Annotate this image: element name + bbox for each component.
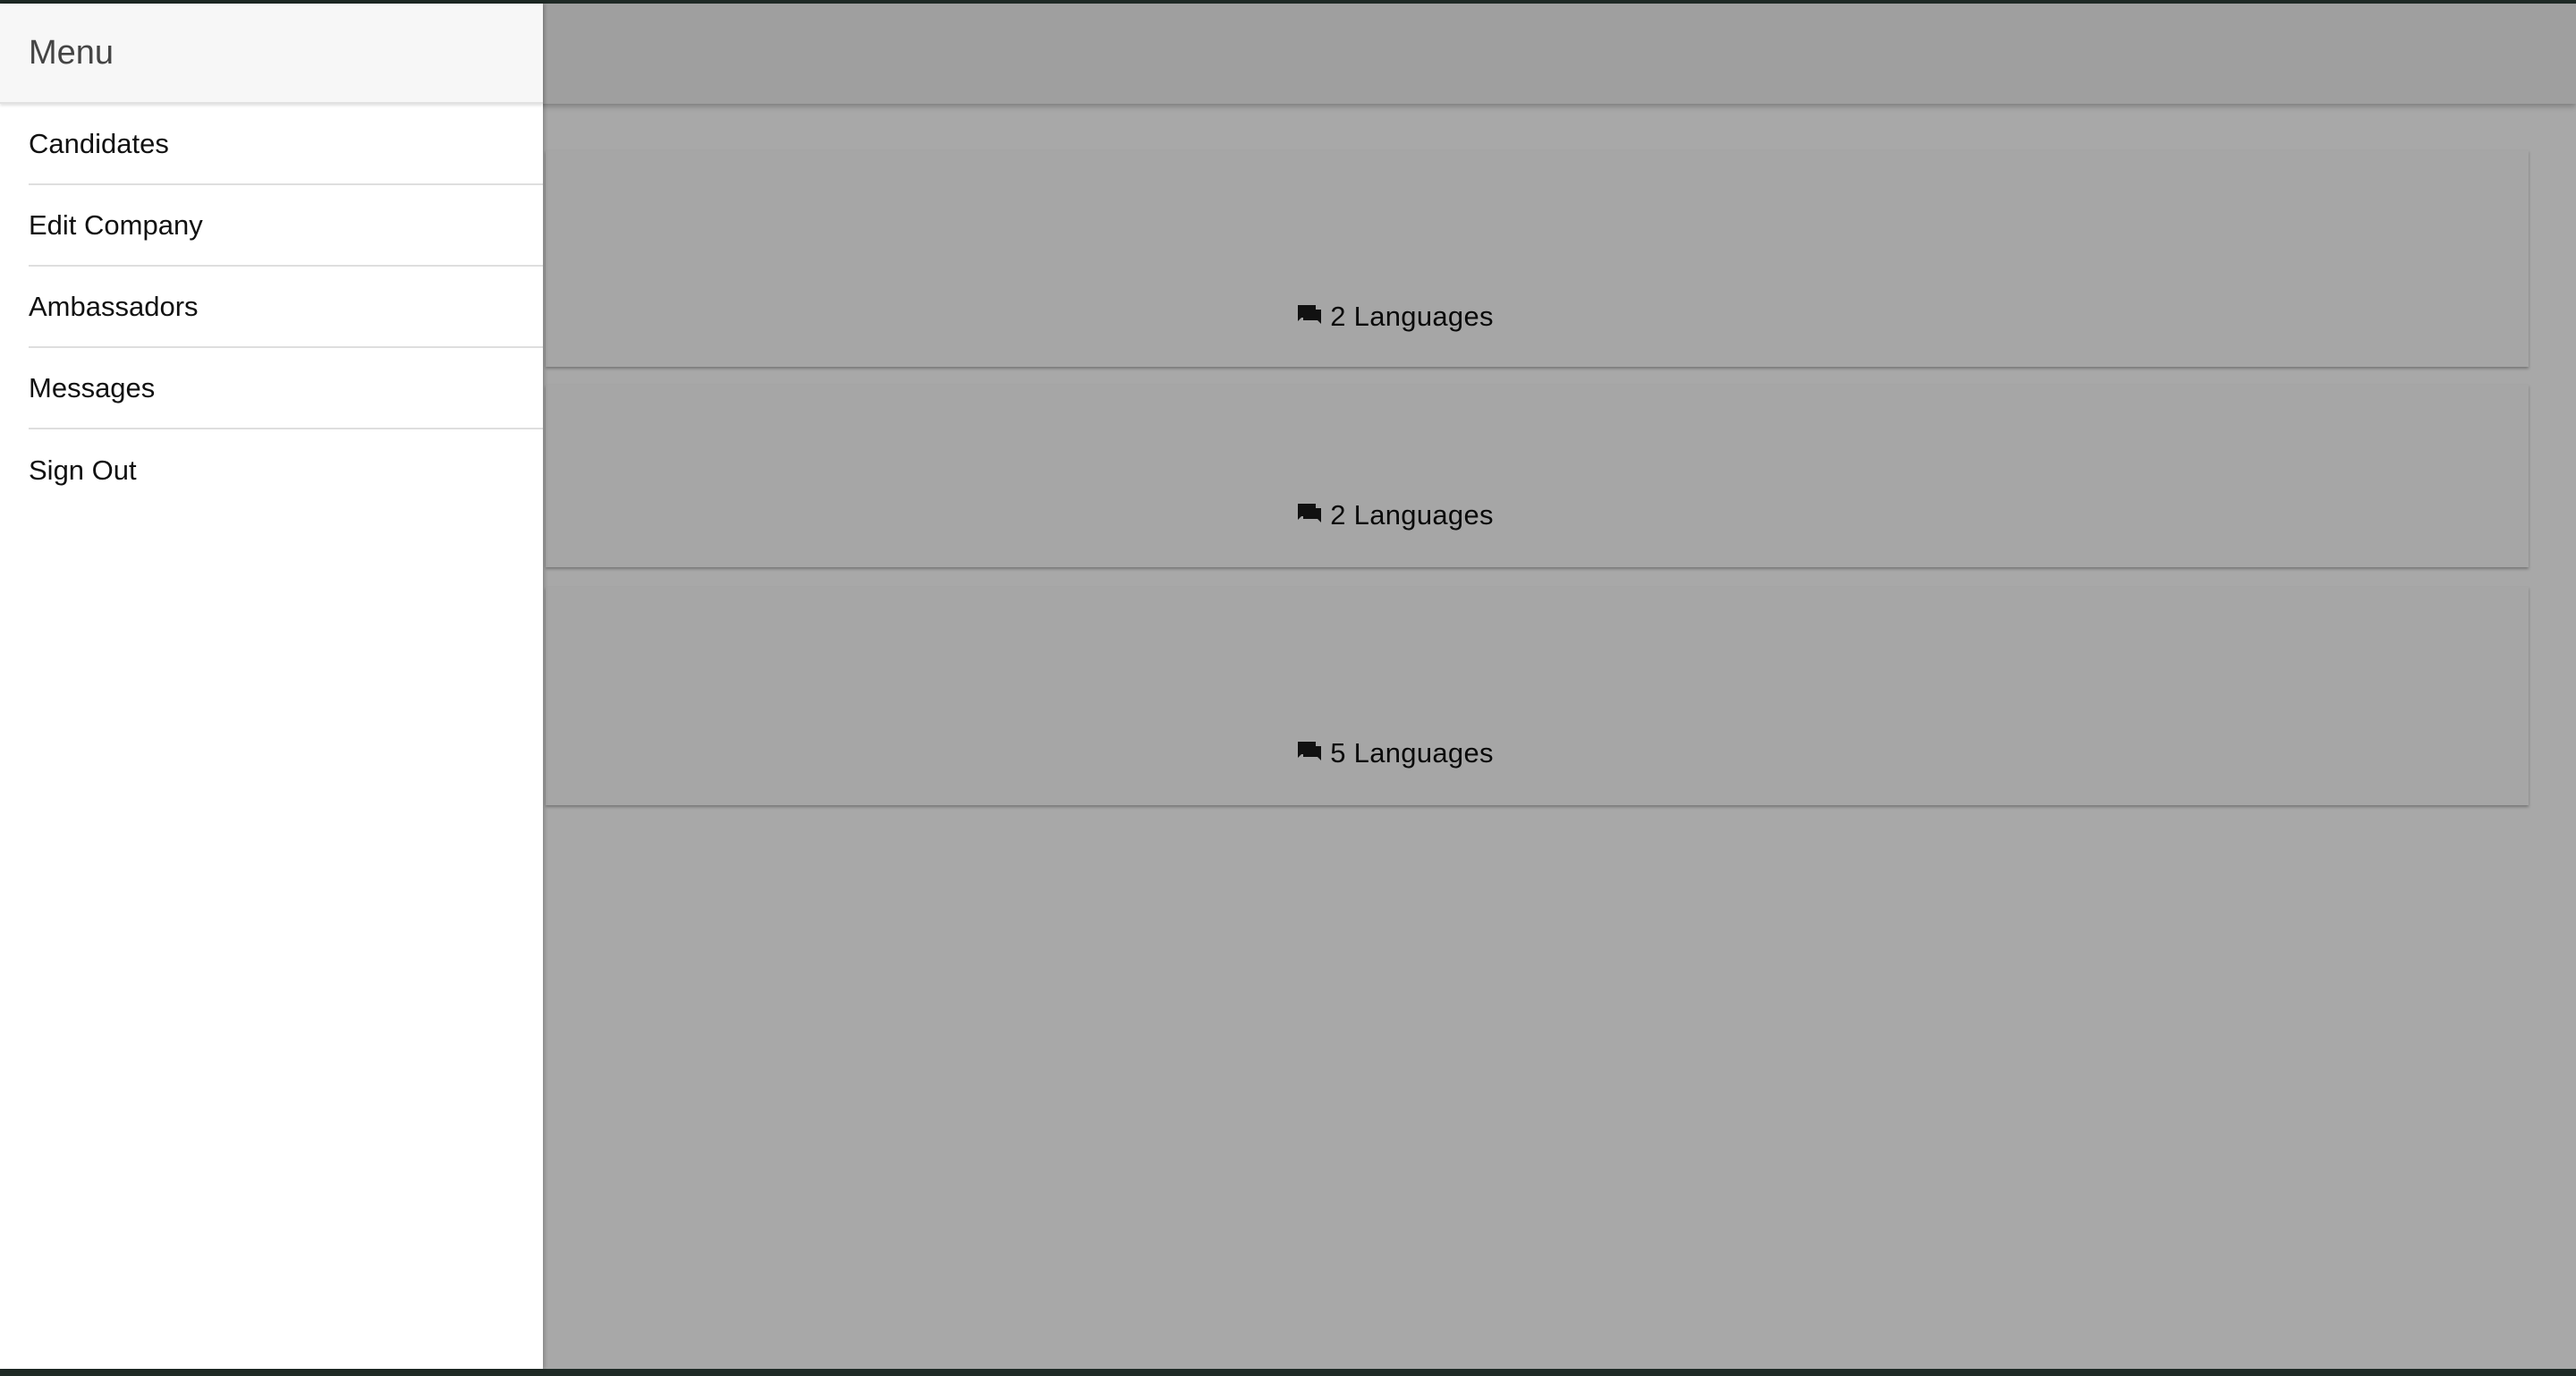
languages-info: 5 Languages <box>402 737 2385 769</box>
menu-list: Candidates Edit Company Ambassadors Mess… <box>0 104 543 511</box>
menu-item-sign-out[interactable]: Sign Out <box>29 429 543 511</box>
menu-item-messages[interactable]: Messages <box>29 348 543 429</box>
languages-info: 2 Languages <box>402 301 2385 333</box>
languages-count: 2 Languages <box>1330 301 1494 332</box>
drawer-header: Menu <box>0 4 543 104</box>
chat-bubbles-icon <box>1294 740 1325 767</box>
languages-info: 2 Languages <box>402 499 2385 531</box>
company-card[interactable]: 2 Languages <box>546 385 2529 567</box>
menu-item-ambassadors[interactable]: Ambassadors <box>29 267 543 348</box>
company-card[interactable]: 5 Languages <box>546 587 2529 805</box>
company-card[interactable]: 2 Languages <box>546 150 2529 367</box>
chat-bubbles-icon <box>1294 303 1325 330</box>
drawer-title: Menu <box>29 33 114 72</box>
menu-item-edit-company[interactable]: Edit Company <box>29 185 543 267</box>
languages-count: 2 Languages <box>1330 499 1494 531</box>
languages-count: 5 Languages <box>1330 737 1494 769</box>
side-drawer: Menu Candidates Edit Company Ambassadors… <box>0 4 543 1369</box>
menu-item-candidates[interactable]: Candidates <box>29 104 543 185</box>
chat-bubbles-icon <box>1294 502 1325 529</box>
